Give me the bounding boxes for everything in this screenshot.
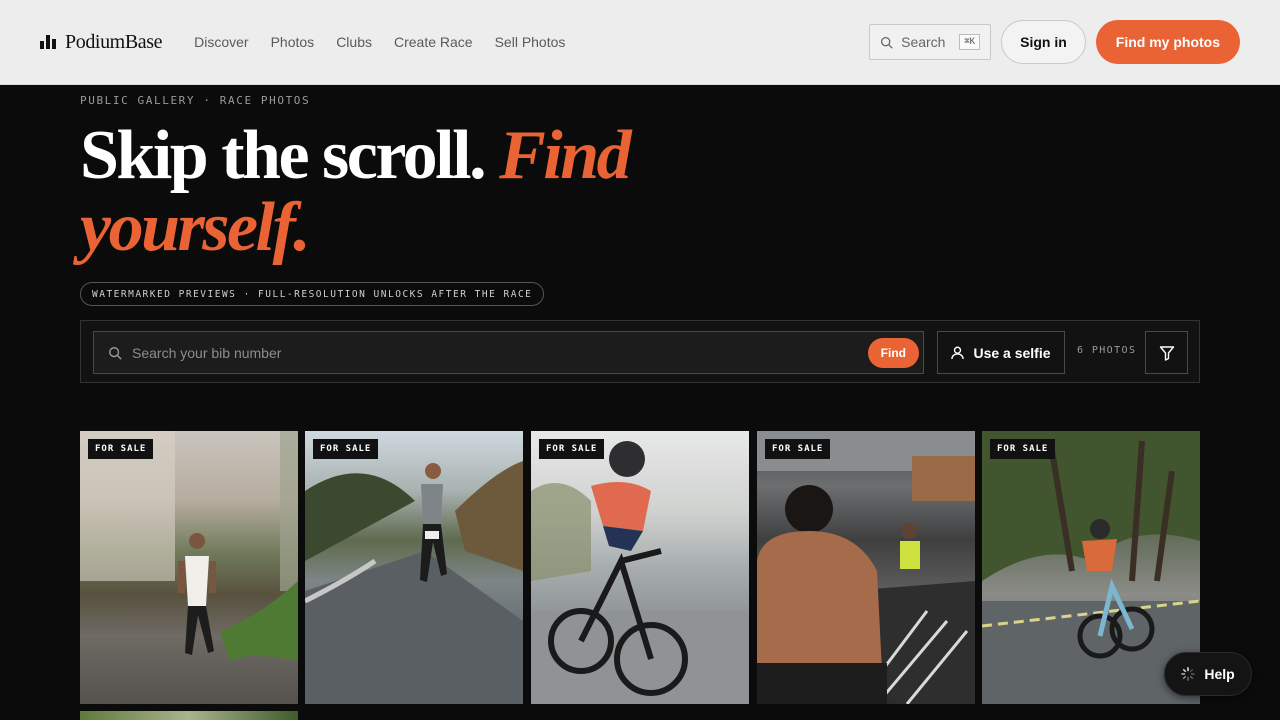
gallery-photo[interactable]: FOR SALE <box>305 431 523 704</box>
brand-logo[interactable]: PodiumBase <box>40 30 163 54</box>
for-sale-badge: FOR SALE <box>313 439 379 459</box>
search-shortcut-hint: ⌘K <box>959 34 981 50</box>
help-button[interactable]: Help <box>1164 652 1252 696</box>
nav-link-sell-photos[interactable]: Sell Photos <box>495 34 566 50</box>
nav-links: Discover Photos Clubs Create Race Sell P… <box>194 34 565 50</box>
bib-number-input[interactable] <box>132 344 923 361</box>
gallery-photo[interactable]: FOR SALE <box>757 431 975 704</box>
nav-link-clubs[interactable]: Clubs <box>336 34 372 50</box>
search-icon <box>109 346 122 360</box>
podium-logo-icon <box>40 35 57 49</box>
photo-count: 6 PHOTOS <box>1077 345 1137 356</box>
info-pill: WATERMARKED PREVIEWS · FULL-RESOLUTION U… <box>80 282 545 306</box>
nav-actions: Search ⌘K Sign in Find my photos <box>869 20 1240 64</box>
bib-search-box: Find <box>93 331 924 374</box>
gallery-photo[interactable]: FOR SALE <box>531 431 749 704</box>
for-sale-badge: FOR SALE <box>990 439 1056 459</box>
cyclist-silhouette <box>531 441 749 704</box>
nav-link-discover[interactable]: Discover <box>194 34 248 50</box>
gallery-photo-row-2-peek[interactable] <box>80 711 298 720</box>
photo-gallery: FOR SALE FOR SALE FOR SALE FOR SALE FOR … <box>80 431 1200 704</box>
help-label: Help <box>1204 666 1235 682</box>
runner-silhouette <box>305 461 523 704</box>
headline-plain: Skip the scroll. <box>80 117 500 194</box>
nav-search-button[interactable]: Search ⌘K <box>869 24 992 60</box>
brand-name: PodiumBase <box>65 30 163 53</box>
athlete-back-silhouette <box>757 431 975 704</box>
sign-in-button[interactable]: Sign in <box>1001 20 1086 64</box>
hero-eyebrow: PUBLIC GALLERY · RACE PHOTOS <box>80 94 311 107</box>
spinner-icon <box>1181 667 1196 681</box>
nav-search-label: Search <box>901 34 946 50</box>
for-sale-badge: FOR SALE <box>88 439 154 459</box>
find-my-photos-button[interactable]: Find my photos <box>1095 20 1240 64</box>
runner-silhouette <box>80 431 298 661</box>
search-icon <box>881 36 893 49</box>
use-selfie-label: Use a selfie <box>973 344 1051 361</box>
search-panel: Find Use a selfie 6 PHOTOS <box>80 320 1200 383</box>
user-icon <box>951 346 965 359</box>
filter-icon <box>1159 345 1174 361</box>
nav-link-create-race[interactable]: Create Race <box>394 34 473 50</box>
bib-find-button[interactable]: Find <box>867 338 919 368</box>
gallery-photo[interactable]: FOR SALE <box>80 431 298 704</box>
filter-button[interactable] <box>1145 331 1188 374</box>
for-sale-badge: FOR SALE <box>765 439 831 459</box>
nav-link-photos[interactable]: Photos <box>271 34 315 50</box>
use-selfie-button[interactable]: Use a selfie <box>937 331 1065 374</box>
top-navbar: PodiumBase Discover Photos Clubs Create … <box>0 0 1280 85</box>
hero-headline: Skip the scroll. Find yourself. <box>80 120 680 264</box>
for-sale-badge: FOR SALE <box>539 439 605 459</box>
